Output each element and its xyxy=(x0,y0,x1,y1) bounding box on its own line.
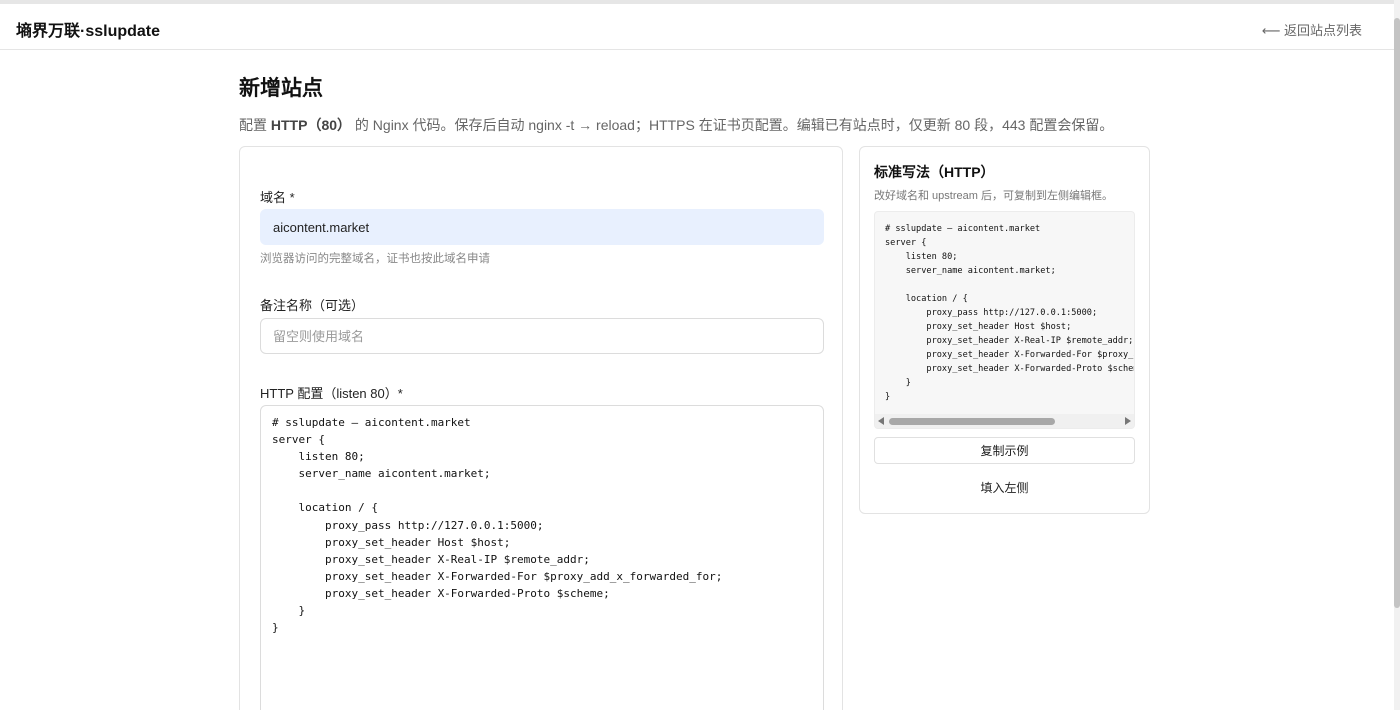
page-description: 配置 HTTP（80） 的 Nginx 代码。保存后自动 nginx -t → … xyxy=(239,115,1113,135)
page-desc-prefix: 配置 xyxy=(239,117,271,133)
site-form-card: 域名 * 浏览器访问的完整域名，证书也按此域名申请 备注名称（可选） HTTP … xyxy=(239,146,843,710)
page-desc-suffix: 的 Nginx 代码。保存后自动 nginx -t → reload；HTTPS… xyxy=(351,117,1114,133)
page-scrollbar[interactable] xyxy=(1394,0,1400,710)
scroll-right-arrow-icon[interactable] xyxy=(1125,417,1131,425)
top-nav: 墒界万联·sslupdate ⟵ 返回站点列表 xyxy=(0,4,1394,50)
http-config-editor[interactable]: # sslupdate — aicontent.market server { … xyxy=(260,405,824,710)
back-to-sites-link[interactable]: ⟵ 返回站点列表 xyxy=(1262,20,1362,39)
example-description: 改好域名和 upstream 后，可复制到左侧编辑框。 xyxy=(874,190,1113,202)
scroll-left-arrow-icon[interactable] xyxy=(878,417,884,425)
brand-title: 墒界万联·sslupdate xyxy=(16,23,161,40)
page-scrollbar-thumb[interactable] xyxy=(1394,18,1400,608)
example-code: # sslupdate — aicontent.market server { … xyxy=(885,224,1134,402)
example-code-box: # sslupdate — aicontent.market server { … xyxy=(874,211,1135,429)
domain-label: 域名 * xyxy=(260,190,295,205)
alias-input[interactable] xyxy=(260,318,824,354)
example-title: 标准写法（HTTP） xyxy=(874,164,995,180)
domain-hint: 浏览器访问的完整域名，证书也按此域名申请 xyxy=(260,253,490,265)
example-horizontal-scrollbar[interactable] xyxy=(875,414,1134,428)
alias-label: 备注名称（可选） xyxy=(260,298,365,313)
fill-left-button[interactable]: 填入左侧 xyxy=(874,474,1135,501)
http-config-label: HTTP 配置（listen 80）* xyxy=(260,386,403,401)
page-desc-bold: HTTP（80） xyxy=(270,117,352,133)
copy-example-button[interactable]: 复制示例 xyxy=(874,437,1135,464)
page-title: 新增站点 xyxy=(239,77,323,100)
example-scrollbar-thumb[interactable] xyxy=(889,418,1055,425)
standard-example-card: 标准写法（HTTP） 改好域名和 upstream 后，可复制到左侧编辑框。 #… xyxy=(859,146,1150,514)
domain-input[interactable] xyxy=(260,209,824,245)
